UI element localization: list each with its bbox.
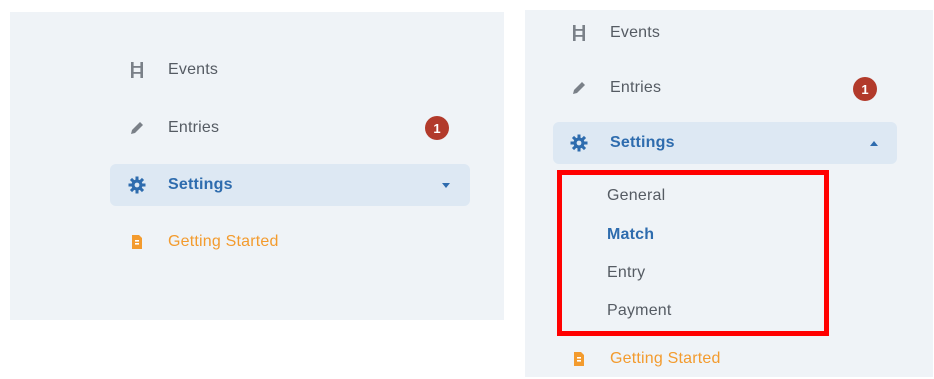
document-icon [128,233,146,251]
ladder-icon [128,61,146,79]
comparison-screenshot: Events Entries 1 Settings Getting Starte… [0,0,934,379]
sidebar-item-label: Settings [610,134,675,151]
sidebar-item-entries[interactable]: Entries [128,107,468,149]
sidebar-item-label: Entries [610,79,662,96]
caret-down-icon[interactable] [442,183,450,188]
sidebar-item-settings[interactable]: Settings [110,164,470,206]
submenu-item-payment[interactable]: Payment [607,302,672,320]
sidebar-item-events[interactable]: Events [570,12,890,54]
sidebar-item-entries[interactable]: Entries [570,67,890,109]
settings-submenu-highlight [557,170,829,336]
submenu-item-general[interactable]: General [607,187,665,205]
gear-icon [128,176,146,194]
submenu-item-entry[interactable]: Entry [607,264,645,282]
entries-count-badge: 1 [853,77,877,101]
sidebar-item-getting-started[interactable]: Getting Started [570,338,890,379]
sidebar-item-label: Settings [168,176,233,193]
sidebar-item-events[interactable]: Events [128,49,468,91]
caret-up-icon[interactable] [870,141,878,146]
sidebar-item-label: Getting Started [168,233,279,250]
submenu-item-match[interactable]: Match [607,226,654,244]
sidebar-item-settings[interactable]: Settings [553,122,897,164]
sidebar-item-label: Entries [168,119,220,136]
ladder-icon [570,24,588,42]
gear-icon [570,134,588,152]
sidebar-item-label: Events [168,61,219,78]
pencil-icon [128,119,146,137]
sidebar-item-getting-started[interactable]: Getting Started [128,221,468,263]
entries-count-badge: 1 [425,116,449,140]
document-icon [570,350,588,368]
pencil-icon [570,79,588,97]
sidebar-item-label: Events [610,24,661,41]
sidebar-item-label: Getting Started [610,350,721,367]
